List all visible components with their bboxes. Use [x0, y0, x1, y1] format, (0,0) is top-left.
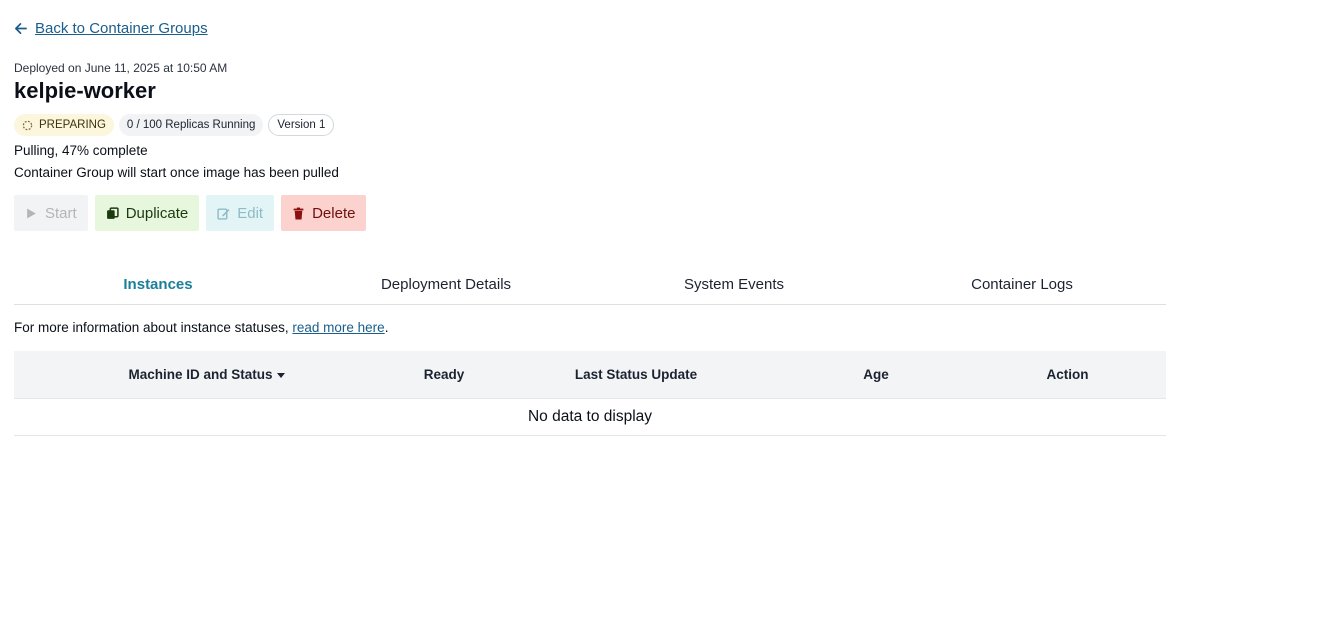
status-badges: PREPARING 0 / 100 Replicas Running Versi… [14, 114, 335, 136]
start-button[interactable]: Start [14, 195, 88, 231]
column-header-machine-id[interactable]: Machine ID and Status [14, 367, 399, 382]
tab-system-events[interactable]: System Events [590, 266, 878, 304]
page-title: kelpie-worker [14, 78, 156, 103]
column-header-machine-id-label: Machine ID and Status [128, 367, 273, 382]
pull-progress-text: Pulling, 47% complete [14, 143, 148, 158]
replicas-badge-label: 0 / 100 Replicas Running [126, 119, 256, 131]
replicas-badge: 0 / 100 Replicas Running [118, 114, 264, 136]
status-badge-label: PREPARING [39, 119, 106, 131]
tab-deployment-details[interactable]: Deployment Details [302, 266, 590, 304]
version-badge-label: Version 1 [277, 119, 326, 131]
delete-button[interactable]: Delete [281, 195, 367, 231]
instance-status-info: For more information about instance stat… [14, 320, 388, 335]
duplicate-button[interactable]: Duplicate [94, 195, 200, 231]
play-icon [27, 208, 36, 218]
trash-icon [293, 207, 304, 219]
action-bar: Start Duplicate Edit Delete [14, 195, 367, 231]
start-note-text: Container Group will start once image ha… [14, 165, 339, 180]
copy-icon [106, 206, 119, 219]
tab-container-logs[interactable]: Container Logs [878, 266, 1166, 304]
tab-instances[interactable]: Instances [14, 266, 302, 304]
column-header-action: Action [1046, 367, 1089, 382]
start-button-label: Start [45, 204, 77, 222]
read-more-link[interactable]: read more here [292, 320, 384, 335]
instances-table: Machine ID and Status Ready Last Status … [14, 351, 1166, 436]
deployed-timestamp: Deployed on June 11, 2025 at 10:50 AM [14, 61, 228, 75]
edit-button[interactable]: Edit [206, 195, 275, 231]
column-header-last-status-update: Last Status Update [574, 367, 698, 382]
edit-button-label: Edit [237, 204, 264, 222]
table-empty-message: No data to display [14, 399, 1166, 436]
status-badge: PREPARING [14, 114, 114, 136]
edit-icon [217, 207, 230, 220]
column-header-age: Age [863, 367, 889, 382]
delete-button-label: Delete [312, 204, 356, 222]
info-prefix: For more information about instance stat… [14, 320, 293, 335]
info-suffix: . [384, 320, 389, 335]
sort-caret-down-icon [276, 372, 285, 378]
tab-bar: Instances Deployment Details System Even… [14, 266, 1166, 305]
arrow-left-icon [15, 23, 27, 34]
spinner-icon [22, 120, 33, 130]
column-header-ready: Ready [423, 367, 465, 382]
back-link-label[interactable]: Back to Container Groups [35, 20, 208, 37]
version-badge: Version 1 [268, 114, 335, 136]
duplicate-button-label: Duplicate [125, 204, 189, 222]
table-header: Machine ID and Status Ready Last Status … [14, 351, 1166, 399]
back-link[interactable]: Back to Container Groups [14, 20, 208, 37]
